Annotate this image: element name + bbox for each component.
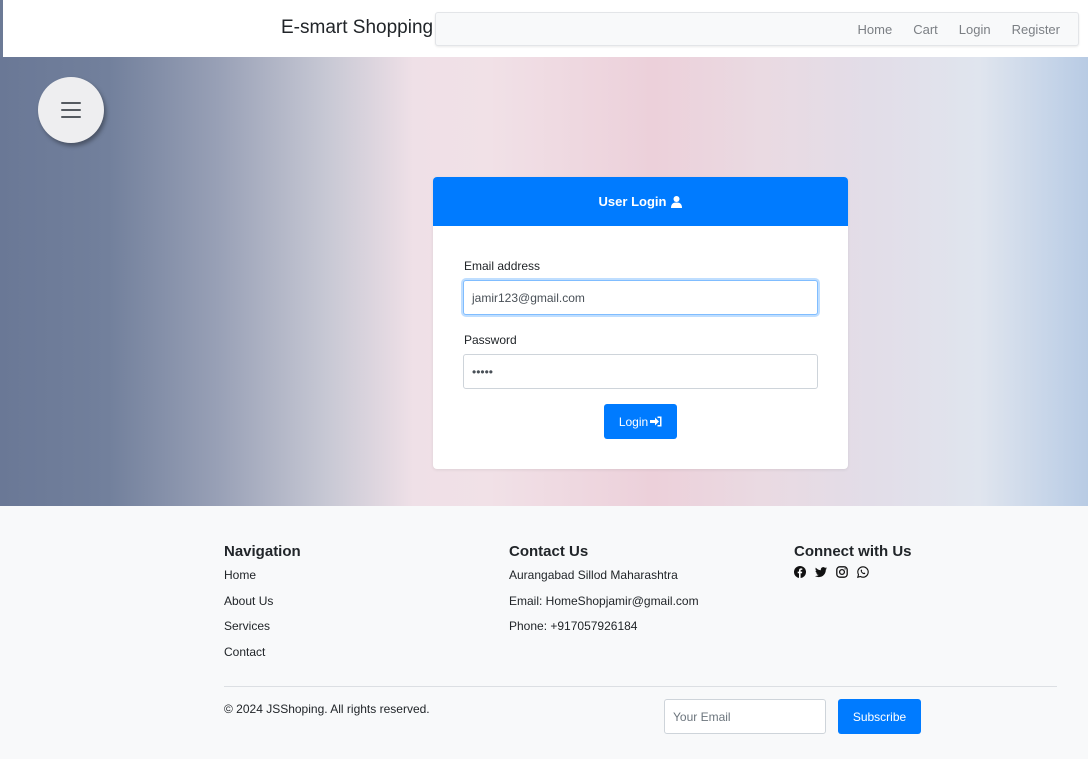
footer-link-about[interactable]: About Us bbox=[224, 592, 301, 618]
nav-links: Home Cart Login Register bbox=[858, 22, 1060, 37]
social-links bbox=[794, 566, 912, 578]
login-button-label: Login bbox=[618, 414, 649, 429]
footer-contact-title: Contact Us bbox=[509, 543, 589, 560]
footer-link-contact[interactable]: Contact bbox=[224, 643, 301, 669]
footer-link-home[interactable]: Home bbox=[224, 566, 301, 592]
footer-divider bbox=[224, 686, 1057, 687]
whatsapp-icon[interactable] bbox=[857, 566, 869, 578]
sign-in-icon bbox=[650, 416, 662, 427]
login-card-header: User Login bbox=[433, 177, 848, 226]
hamburger-icon bbox=[61, 102, 81, 118]
newsletter-email-placeholder: Your Email bbox=[673, 709, 731, 724]
footer-connect: Connect with Us bbox=[794, 543, 912, 578]
facebook-icon[interactable] bbox=[794, 566, 806, 578]
footer-connect-title: Connect with Us bbox=[794, 543, 912, 560]
brand-title[interactable]: E-smart Shopping bbox=[281, 17, 433, 39]
login-card: User Login Email address jamir123@gmail.… bbox=[433, 177, 848, 469]
login-title: User Login bbox=[598, 194, 667, 209]
email-label: Email address bbox=[464, 259, 541, 273]
nav-home[interactable]: Home bbox=[858, 22, 893, 37]
newsletter-email-input[interactable]: Your Email bbox=[664, 699, 826, 734]
footer-nav-title: Navigation bbox=[224, 543, 301, 560]
contact-email: Email: HomeShopjamir@gmail.com bbox=[509, 593, 699, 608]
nav-register[interactable]: Register bbox=[1012, 22, 1060, 37]
footer-contact: Contact Us Aurangabad Sillod Maharashtra… bbox=[509, 543, 699, 643]
subscribe-button[interactable]: Subscribe bbox=[838, 699, 921, 734]
email-value: jamir123@gmail.com bbox=[472, 290, 585, 305]
email-field[interactable]: jamir123@gmail.com bbox=[463, 280, 818, 315]
hero-section: User Login Email address jamir123@gmail.… bbox=[0, 57, 1088, 506]
nav-login[interactable]: Login bbox=[959, 22, 991, 37]
contact-address: Aurangabad Sillod Maharashtra bbox=[509, 568, 678, 582]
footer-navigation: Navigation Home About Us Services Contac… bbox=[224, 543, 301, 668]
footer-link-services[interactable]: Services bbox=[224, 617, 301, 643]
top-header: E-smart Shopping Home Cart Login Registe… bbox=[0, 0, 1088, 57]
password-value: ••••• bbox=[472, 364, 494, 379]
footer: Navigation Home About Us Services Contac… bbox=[0, 506, 1088, 759]
user-icon bbox=[671, 195, 683, 208]
instagram-icon[interactable] bbox=[836, 566, 848, 578]
twitter-icon[interactable] bbox=[815, 566, 827, 578]
navbar: Home Cart Login Register bbox=[435, 12, 1079, 46]
password-field[interactable]: ••••• bbox=[463, 354, 818, 389]
contact-phone: Phone: +917057926184 bbox=[509, 619, 638, 633]
nav-cart[interactable]: Cart bbox=[913, 22, 938, 37]
menu-toggle-button[interactable] bbox=[38, 77, 104, 143]
login-button[interactable]: Login bbox=[604, 404, 677, 439]
password-label: Password bbox=[464, 333, 517, 347]
copyright-text: © 2024 JSShoping. All rights reserved. bbox=[224, 702, 430, 716]
